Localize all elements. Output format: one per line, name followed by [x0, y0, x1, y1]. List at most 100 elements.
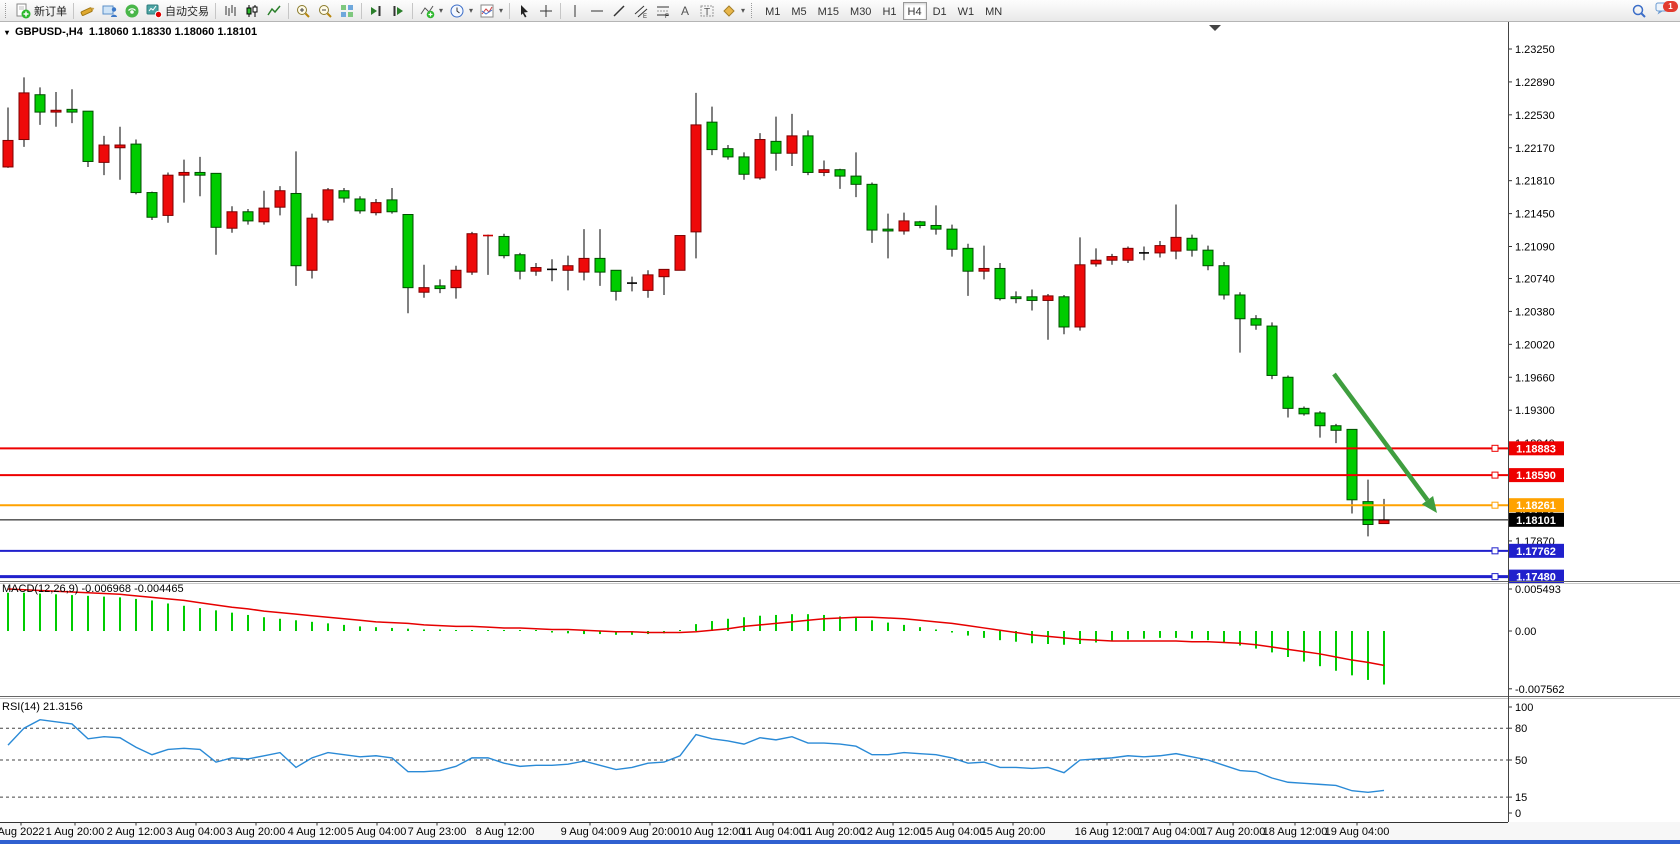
candle-down — [1283, 377, 1293, 408]
zoom-in-button[interactable] — [292, 1, 314, 21]
market-watch-button[interactable] — [99, 1, 121, 21]
label-button[interactable]: T — [696, 1, 718, 21]
signal-icon — [124, 3, 140, 19]
timeframe-M1[interactable]: M1 — [760, 2, 785, 20]
navigator-button[interactable] — [121, 1, 143, 21]
shapes-button[interactable]: ▾ — [718, 1, 748, 21]
price-line-label: 1.18883 — [1516, 443, 1556, 455]
timeframe-M15[interactable]: M15 — [813, 2, 844, 20]
bar-chart-button[interactable] — [219, 1, 241, 21]
candle-down — [435, 286, 445, 289]
horizontal-line-button[interactable] — [586, 1, 608, 21]
cursor-button[interactable] — [513, 1, 535, 21]
styles-button[interactable] — [77, 1, 99, 21]
candle-down — [963, 248, 973, 271]
search-button[interactable] — [1628, 1, 1650, 21]
autotrading-button[interactable]: 自动交易 — [143, 1, 212, 21]
candlestick-icon — [244, 3, 260, 19]
toolbar-grip — [5, 3, 9, 18]
periods-button[interactable]: ▾ — [446, 1, 476, 21]
market-watch-icon — [102, 3, 118, 19]
rsi-scale-label: 100 — [1515, 702, 1533, 714]
toolbar-separator — [215, 3, 216, 19]
timeframe-group: M1M5M15M30H1H4D1W1MN — [760, 2, 1007, 20]
pane-separators[interactable] — [0, 582, 1680, 699]
price-line-label: 1.18590 — [1516, 470, 1556, 482]
channel-icon: E — [633, 3, 649, 19]
line-chart-button[interactable] — [263, 1, 285, 21]
chevron-down-icon: ▾ — [499, 6, 503, 15]
ohlc-values: 1.18060 1.18330 1.18060 1.18101 — [89, 26, 257, 38]
toolbar-grip — [751, 3, 755, 18]
text-icon: A — [677, 3, 693, 19]
auto-scroll-button[interactable] — [365, 1, 387, 21]
time-tick-label: 4 Aug 12:00 — [288, 826, 347, 838]
chart-canvas[interactable]: 1.232501.228901.225301.221701.218101.214… — [0, 22, 1680, 840]
bottom-accent-bar — [0, 840, 1680, 844]
bar-chart-icon — [222, 3, 238, 19]
candle-up — [371, 203, 381, 213]
time-tick-label: 5 Aug 04:00 — [348, 826, 407, 838]
vertical-line-button[interactable] — [564, 1, 586, 21]
svg-text:A: A — [681, 4, 689, 18]
candle-up — [3, 140, 13, 167]
chat-button[interactable]: 1 — [1654, 0, 1672, 21]
cursor-icon — [516, 3, 532, 19]
indicators-button[interactable]: ▾ — [416, 1, 446, 21]
timeframe-H4[interactable]: H4 — [903, 2, 927, 20]
candle-up — [1123, 248, 1133, 260]
fibonacci-button[interactable]: F — [652, 1, 674, 21]
shift-marker[interactable] — [1209, 25, 1221, 31]
channel-button[interactable]: E — [630, 1, 652, 21]
timeframe-H1[interactable]: H1 — [877, 2, 901, 20]
time-tick-label: 3 Aug 04:00 — [167, 826, 226, 838]
quote-header[interactable]: ▾ GBPUSD-,H4 1.18060 1.18330 1.18060 1.1… — [5, 26, 257, 38]
candlestick-button[interactable] — [241, 1, 263, 21]
macd-values: -0.006968 -0.004465 — [81, 583, 183, 595]
chevron-down-icon: ▾ — [741, 6, 745, 15]
line-handle — [1492, 502, 1498, 508]
toolbar: 新订单 自动交易 ▾ ▾ ▾ E F A T ▾ M1M5M15M30H1H4D… — [0, 0, 1680, 22]
candle-up — [979, 268, 989, 271]
candle-down — [1235, 295, 1245, 319]
candle-up — [99, 145, 109, 162]
svg-text:E: E — [643, 14, 647, 19]
text-button[interactable]: A — [674, 1, 696, 21]
candle-up — [419, 288, 429, 293]
time-tick-label: 12 Aug 12:00 — [861, 826, 926, 838]
timeframe-M5[interactable]: M5 — [786, 2, 811, 20]
crosshair-button[interactable] — [535, 1, 557, 21]
timeframe-D1[interactable]: D1 — [928, 2, 952, 20]
time-tick-label: 15 Aug 20:00 — [981, 826, 1046, 838]
time-tick-label: 10 Aug 12:00 — [680, 826, 745, 838]
chart-shift-button[interactable] — [387, 1, 409, 21]
timeframe-W1[interactable]: W1 — [953, 2, 980, 20]
candle-up — [451, 270, 461, 287]
price-lines[interactable]: 1.188831.185901.182611.181011.177621.174… — [0, 441, 1564, 583]
new-order-button[interactable]: 新订单 — [12, 1, 70, 21]
svg-text:T: T — [704, 7, 710, 18]
candle-up — [579, 258, 589, 272]
chevron-down-icon: ▾ — [469, 6, 473, 15]
trendline-button[interactable] — [608, 1, 630, 21]
timeframe-M30[interactable]: M30 — [845, 2, 876, 20]
candle-down — [35, 95, 45, 112]
timeframe-MN[interactable]: MN — [980, 2, 1007, 20]
tile-windows-button[interactable] — [336, 1, 358, 21]
candle-down — [707, 122, 717, 149]
candle-down — [1251, 319, 1261, 325]
candle-down — [1219, 266, 1229, 295]
time-tick-label: 11 Aug 20:00 — [801, 826, 865, 838]
rsi-scale-label: 80 — [1515, 723, 1527, 735]
candle-down — [1331, 426, 1341, 431]
templates-button[interactable]: ▾ — [476, 1, 506, 21]
time-tick-label: 19 Aug 04:00 — [1325, 826, 1390, 838]
rsi-name: RSI(14) — [2, 701, 40, 713]
time-tick-label: 7 Aug 23:00 — [408, 826, 467, 838]
zoom-out-button[interactable] — [314, 1, 336, 21]
mt4-window: { "toolbar": { "new_order": "新订单", "auto… — [0, 0, 1680, 844]
candle-down — [83, 111, 93, 161]
auto-scroll-icon — [368, 3, 384, 19]
candle-down — [611, 270, 621, 291]
price-tick-label: 1.19660 — [1515, 372, 1555, 384]
